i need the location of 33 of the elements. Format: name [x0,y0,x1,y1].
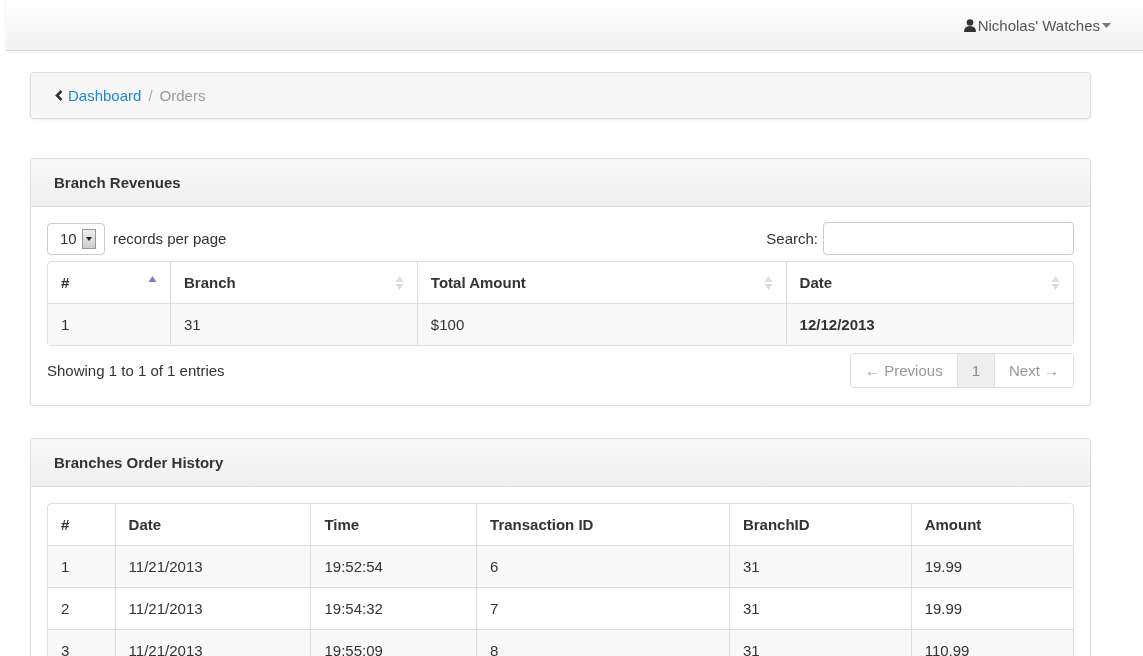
page-size-select[interactable]: 10 [47,222,105,255]
table-cell: 1 [48,303,170,345]
chevron-left-icon[interactable] [55,90,63,101]
column-header: # [60,515,71,535]
panel-title: Branch Revenues [31,159,1090,207]
table-cell: 19:52:54 [310,545,477,587]
table-cell: 19:55:09 [310,629,477,656]
table-cell: 3 [48,629,115,656]
table-cell: 6 [476,545,729,587]
column-header[interactable]: # [48,262,170,303]
table-cell: 31 [728,629,911,656]
table-cell: 31 [728,545,911,587]
table-cell: 11/21/2013 [114,545,311,587]
table-cell: 110.99 [910,629,1073,656]
table-cell: 11/21/2013 [114,629,311,656]
caret-icon [86,236,92,241]
search-field[interactable] [823,222,1074,255]
entries-info: Showing 1 to 1 of 1 entries [47,362,225,379]
breadcrumb-separator: / [147,87,154,104]
table-cell: 12/12/2013 [785,303,1073,345]
table-cell: 8 [476,629,729,656]
table-cell: $100 [416,303,786,345]
search-label: Search: [766,230,818,247]
breadcrumb-current: Orders [159,87,206,104]
user-menu[interactable]: Nicholas' Watches [963,16,1111,34]
page-size-label: records per page [113,230,227,247]
table-cell: 19.99 [910,545,1073,587]
panel-title: Branches Order History [31,439,1090,487]
caret-icon [1102,22,1111,28]
user-icon [963,18,976,32]
table-cell: 31 [170,303,417,345]
breadcrumb-link[interactable]: Dashboard [68,87,142,104]
table-cell: 1 [48,545,115,587]
